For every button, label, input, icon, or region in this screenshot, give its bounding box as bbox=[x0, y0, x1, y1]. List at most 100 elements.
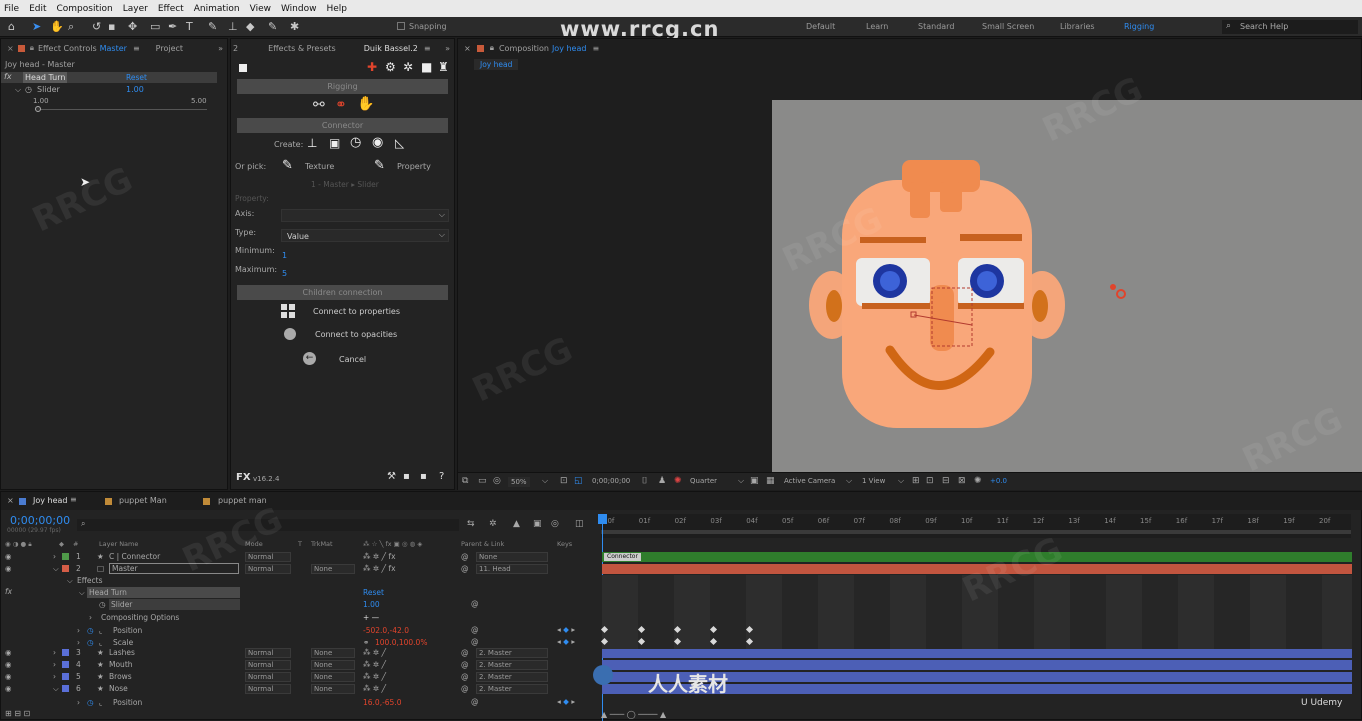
curve-connector-icon[interactable]: ◺ bbox=[395, 136, 404, 150]
angle-connector-icon[interactable]: ◷ bbox=[350, 135, 361, 150]
slider-thumb[interactable] bbox=[35, 106, 41, 112]
exposure-value[interactable]: +0.0 bbox=[990, 477, 1007, 485]
frame-blend-icon[interactable]: ▣ bbox=[533, 519, 542, 529]
fx-icon[interactable]: fx bbox=[5, 587, 12, 596]
comp-mini-flowchart-icon[interactable]: ⇆ bbox=[467, 519, 475, 529]
layer-row[interactable]: ◉ › 1 ★ C | Connector Normal ⁂ ✲ ╱ fx @ None Conn… bbox=[1, 551, 1362, 563]
blend-mode-dropdown[interactable]: Normal bbox=[245, 660, 291, 670]
type-tool-icon[interactable]: T bbox=[186, 20, 193, 33]
roto-brush-tool-icon[interactable]: ✎ bbox=[268, 20, 277, 33]
composition-breadcrumb[interactable]: Joy head bbox=[474, 59, 519, 70]
camera-category-icon[interactable]: ■ bbox=[421, 60, 432, 74]
menu-edit[interactable]: Edit bbox=[25, 4, 52, 14]
layer-label-color[interactable] bbox=[62, 685, 69, 692]
scale-value[interactable]: 100.0,100.0% bbox=[375, 638, 427, 647]
parent-pickwhip-icon[interactable]: @ bbox=[461, 683, 469, 695]
layer-name[interactable]: C | Connector bbox=[109, 551, 239, 563]
blend-mode-dropdown[interactable]: Normal bbox=[245, 552, 291, 562]
blend-mode-dropdown[interactable]: Normal bbox=[245, 684, 291, 694]
parent-pickwhip-icon[interactable]: @ bbox=[461, 563, 469, 575]
rotate-tool-icon[interactable]: ↺ bbox=[92, 20, 101, 33]
property-pick-icon[interactable]: ✎ bbox=[374, 158, 385, 173]
snapping-checkbox[interactable] bbox=[397, 22, 405, 30]
blend-mode-dropdown[interactable]: Normal bbox=[245, 672, 291, 682]
graph-icon[interactable]: ⌞ bbox=[99, 626, 103, 635]
layer-duration-bar[interactable] bbox=[602, 564, 1352, 574]
pan-behind-tool-icon[interactable]: ✥ bbox=[128, 20, 137, 33]
slider-connector-icon[interactable]: ⊥ bbox=[307, 136, 317, 150]
time-ruler[interactable]: 00f 01f 02f 03f 04f 05f 06f 07f 08f 09f 10f 11f 12f 1… bbox=[601, 514, 1351, 538]
expand-arrow-icon[interactable]: › bbox=[77, 638, 80, 647]
visibility-eye-icon[interactable]: ◉ bbox=[5, 551, 12, 563]
visibility-eye-icon[interactable]: ◉ bbox=[5, 683, 12, 695]
scale-property-row[interactable]: › ◷ ⌞ Scale ⚭ 100.0,100.0% @ ◂ ◆ ▸ bbox=[1, 637, 599, 649]
texture-pick-icon[interactable]: ✎ bbox=[282, 158, 293, 173]
lock-icon[interactable]: 🔒︎ bbox=[30, 43, 34, 53]
io-category-icon[interactable]: ♜ bbox=[438, 60, 449, 74]
keyframe[interactable] bbox=[637, 637, 646, 646]
flowchart-icon[interactable]: ⊟ bbox=[942, 476, 950, 486]
camera-tool-icon[interactable]: ▪ bbox=[108, 20, 115, 33]
expand-panels-icon[interactable]: » bbox=[445, 44, 450, 53]
draft-3d-toggle-icon[interactable]: ✲ bbox=[489, 519, 497, 529]
info-icon[interactable]: ▪ bbox=[420, 471, 427, 482]
stopwatch-icon[interactable]: ◷ bbox=[99, 600, 106, 609]
lock-icon[interactable]: 🔒︎ bbox=[490, 43, 494, 53]
zoom-dropdown[interactable]: 50% bbox=[508, 477, 530, 487]
menu-icon[interactable]: ≡ bbox=[592, 44, 599, 53]
expand-arrow-icon[interactable]: › bbox=[89, 613, 92, 622]
nose-position-value[interactable]: 16.0,-65.0 bbox=[363, 698, 402, 707]
help-icon[interactable]: ? bbox=[439, 471, 444, 482]
composition-tab[interactable]: Composition bbox=[499, 44, 549, 53]
effects-group-row[interactable]: ⌵ Effects bbox=[1, 575, 599, 587]
layer-name[interactable]: Brows bbox=[109, 671, 239, 683]
parent-pickwhip-icon[interactable]: @ bbox=[461, 659, 469, 671]
slider-property-row[interactable]: ◷ Slider 1.00 @ bbox=[1, 599, 599, 611]
parent-dropdown[interactable]: 2. Master bbox=[476, 648, 548, 658]
tab-puppet-man[interactable]: puppet Man bbox=[119, 496, 167, 505]
stopwatch-icon[interactable]: ◷ bbox=[25, 85, 32, 94]
camera-dropdown[interactable]: Active Camera bbox=[784, 477, 835, 485]
slider-property-value[interactable]: 1.00 bbox=[363, 600, 380, 609]
workspace-standard[interactable]: Standard bbox=[918, 22, 954, 31]
roi-icon[interactable]: ▣ bbox=[750, 476, 759, 486]
expand-arrow-icon[interactable]: › bbox=[77, 698, 80, 707]
minimum-value[interactable]: 1 bbox=[282, 251, 287, 260]
slider-track[interactable] bbox=[37, 109, 207, 110]
view-layout-dropdown[interactable]: 1 View bbox=[862, 477, 885, 485]
graph-icon[interactable]: ⌞ bbox=[99, 698, 103, 707]
expand-arrow-icon[interactable]: ⌵ bbox=[53, 563, 59, 575]
keyframe-nav-icons[interactable]: ◂ ◆ ▸ bbox=[557, 637, 575, 646]
position-value[interactable]: -502.0,-42.0 bbox=[363, 626, 409, 635]
work-area-bar[interactable] bbox=[601, 530, 1351, 534]
layer-switches-icons[interactable]: ⁂ ✲ ╱ bbox=[363, 659, 386, 671]
layer-name[interactable]: Mouth bbox=[109, 659, 239, 671]
blend-mode-dropdown[interactable]: Normal bbox=[245, 564, 291, 574]
visibility-eye-icon[interactable]: ◉ bbox=[5, 659, 12, 671]
effect-controls-layer[interactable]: Master bbox=[100, 44, 127, 53]
visibility-eye-icon[interactable]: ◉ bbox=[5, 563, 12, 575]
pen-tool-icon[interactable]: ✒ bbox=[168, 20, 177, 33]
layer-label-color[interactable] bbox=[62, 553, 69, 560]
layer-switches-icons[interactable]: ⁂ ✲ ╱ fx bbox=[363, 563, 396, 575]
always-preview-icon[interactable]: ⧉ bbox=[462, 476, 468, 486]
menu-file[interactable]: File bbox=[0, 4, 25, 14]
layer-label-color[interactable] bbox=[62, 565, 69, 572]
hand-tool-icon[interactable]: ✋ bbox=[50, 20, 64, 33]
keyframe[interactable] bbox=[600, 625, 609, 634]
bone-tool-icon[interactable]: ⚯ bbox=[313, 97, 325, 113]
parent-pickwhip-icon[interactable]: @ bbox=[461, 671, 469, 683]
layer-name[interactable]: Master bbox=[109, 563, 239, 574]
tab-puppet-man-2[interactable]: puppet man bbox=[218, 496, 267, 505]
expand-arrow-icon[interactable]: › bbox=[77, 626, 80, 635]
show-snapshot-icon[interactable]: ♟ bbox=[658, 476, 666, 486]
project-tab[interactable]: Project bbox=[156, 44, 183, 53]
workspace-small-screen[interactable]: Small Screen bbox=[982, 22, 1034, 31]
pickwhip-icon[interactable]: @ bbox=[471, 599, 479, 608]
region-icon[interactable]: ⊡ bbox=[560, 476, 568, 486]
zoom-tool-icon[interactable]: ⌕ bbox=[68, 20, 74, 34]
duik-tab[interactable]: Duik Bassel.2 bbox=[364, 44, 418, 53]
constrain-link-icon[interactable]: ⚭ bbox=[363, 638, 369, 647]
expand-panels-icon[interactable]: » bbox=[218, 44, 223, 53]
expand-arrow-icon[interactable]: ⌵ bbox=[53, 683, 59, 695]
